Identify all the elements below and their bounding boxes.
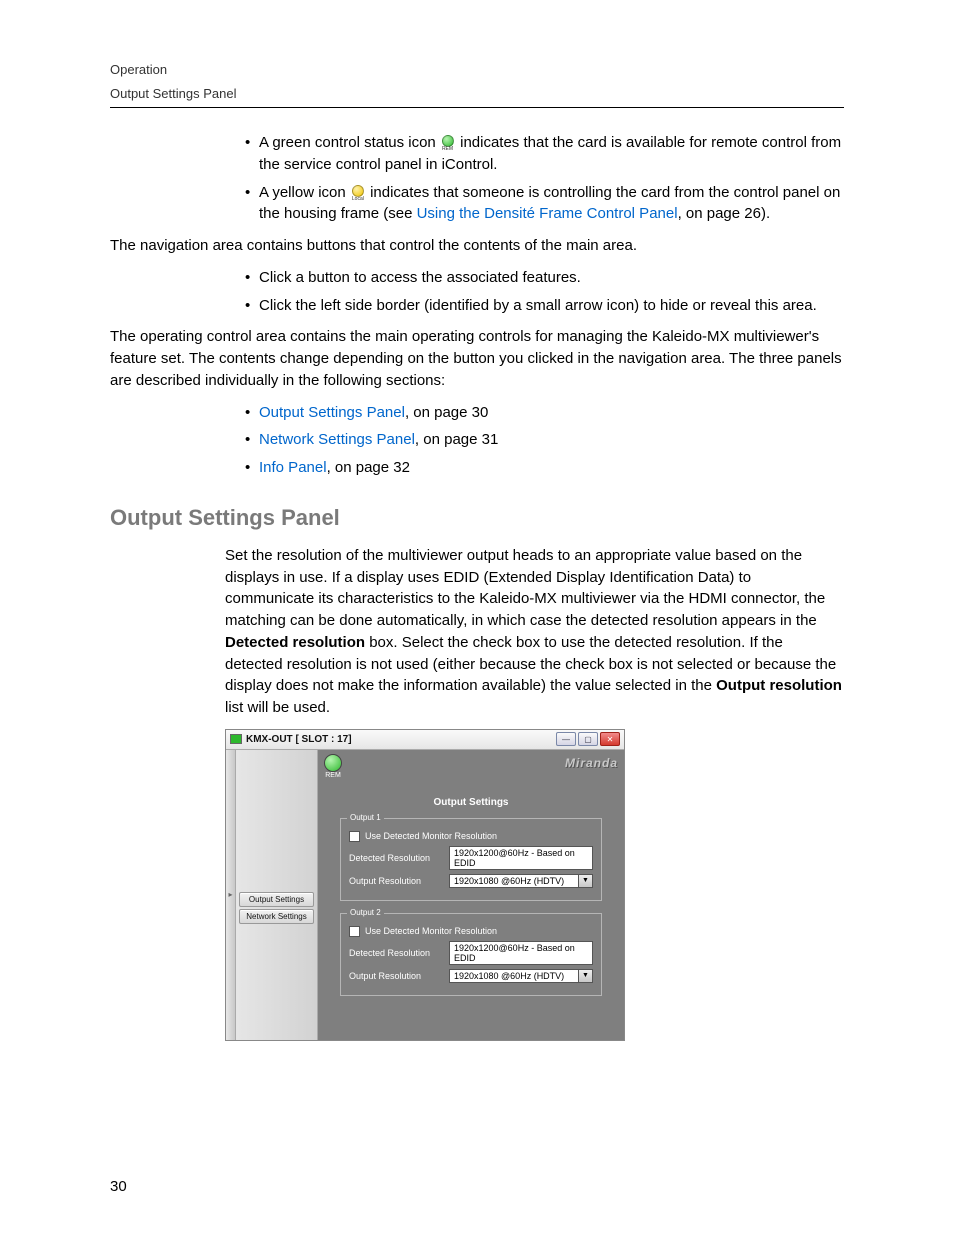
bullet-icon: • [245,132,259,176]
bullet-text: Click the left side border (identified b… [259,295,844,317]
output-res-label: Output Resolution [349,876,449,886]
section-heading: Output Settings Panel [110,505,844,531]
detected-res-value: 1920x1200@60Hz - Based on EDID [449,846,593,870]
use-detected-checkbox[interactable] [349,926,360,937]
use-detected-checkbox[interactable] [349,831,360,842]
output1-group: Output 1 Use Detected Monitor Resolution… [340,818,602,901]
panel-title: Output Settings [318,797,624,808]
header-line2: Output Settings Panel [110,84,844,104]
section-body: Set the resolution of the multiviewer ou… [225,545,844,719]
page-number: 30 [110,1178,127,1195]
bullet-text: A green control status icon REM indicate… [259,132,844,176]
bullet-text: A yellow icon Local indicates that someo… [259,182,844,226]
xref-link[interactable]: Using the Densité Frame Control Panel [417,205,678,222]
detected-res-label: Detected Resolution [349,853,449,863]
minimize-button[interactable]: — [556,732,576,746]
para-operating: The operating control area contains the … [110,326,844,391]
detected-res-value: 1920x1200@60Hz - Based on EDID [449,941,593,965]
brand-logo: Miranda [565,754,618,770]
use-detected-label: Use Detected Monitor Resolution [365,926,497,936]
use-detected-label: Use Detected Monitor Resolution [365,831,497,841]
status-icon-green: REM [440,135,456,149]
screenshot-window: KMX-OUT [ SLOT : 17] — ▢ ✕ ▸ Output Sett… [225,729,625,1041]
detected-res-label: Detected Resolution [349,948,449,958]
intro-bullets: • A green control status icon REM indica… [225,132,844,225]
nav-network-settings[interactable]: Network Settings [239,909,314,924]
header-section: Operation Output Settings Panel [110,60,844,108]
xref-link[interactable]: Output Settings Panel [259,404,405,421]
status-icon-yellow: Local [350,185,366,199]
output-res-select[interactable]: 1920x1080 @60Hz (HDTV) ▼ [449,969,593,983]
close-button[interactable]: ✕ [600,732,620,746]
para-nav: The navigation area contains buttons tha… [110,235,844,257]
main-panel: REM Miranda Output Settings Output 1 Use… [318,750,624,1040]
nav-panel: Output Settings Network Settings [236,750,318,1040]
maximize-button[interactable]: ▢ [578,732,598,746]
bullet-icon: • [245,182,259,226]
nav-output-settings[interactable]: Output Settings [239,892,314,907]
status-icon-rem: REM [324,754,342,779]
collapse-handle[interactable]: ▸ [226,750,236,1040]
window-title: KMX-OUT [ SLOT : 17] [246,734,554,745]
xref-link[interactable]: Network Settings Panel [259,431,415,448]
output-res-label: Output Resolution [349,971,449,981]
header-line1: Operation [110,60,844,80]
output2-group: Output 2 Use Detected Monitor Resolution… [340,913,602,996]
nav-bullets: • Click a button to access the associate… [225,267,844,317]
group-legend: Output 2 [347,908,384,917]
xref-bullets: • Output Settings Panel, on page 30 • Ne… [225,402,844,479]
window-app-icon [230,734,242,744]
chevron-down-icon: ▼ [578,875,592,887]
window-titlebar: KMX-OUT [ SLOT : 17] — ▢ ✕ [226,730,624,750]
chevron-down-icon: ▼ [578,970,592,982]
output-res-select[interactable]: 1920x1080 @60Hz (HDTV) ▼ [449,874,593,888]
header-rule [110,107,844,108]
bullet-text: Click a button to access the associated … [259,267,844,289]
group-legend: Output 1 [347,813,384,822]
xref-link[interactable]: Info Panel [259,459,327,476]
